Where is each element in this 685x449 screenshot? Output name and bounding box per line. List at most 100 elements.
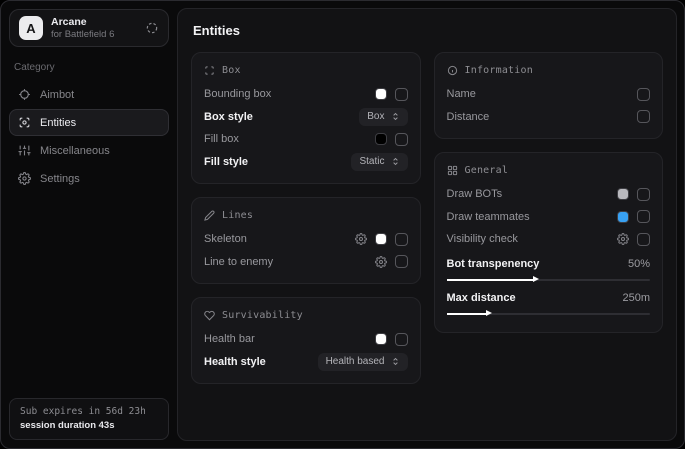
lines-card-header: Lines	[204, 210, 408, 221]
setting-label: Health bar	[204, 333, 255, 345]
chevrons-up-down-icon	[391, 112, 400, 121]
color-swatch[interactable]	[617, 188, 629, 200]
sub-expiry-text: Sub expires in 56d 23h	[20, 406, 158, 417]
slider-fill[interactable]	[447, 279, 535, 281]
setting-row-visibility-check: Visibility check	[447, 228, 651, 251]
setting-label: Distance	[447, 111, 490, 123]
box-card-header: Box	[204, 65, 408, 76]
sidebar-item-label: Aimbot	[40, 89, 74, 101]
slider-value: 250m	[622, 292, 650, 304]
setting-label: Draw BOTs	[447, 188, 503, 200]
card-title: General	[465, 165, 509, 176]
sidebar: A Arcane for Battlefield 6 Category	[1, 1, 177, 448]
scan-eye-icon	[18, 116, 31, 129]
session-duration-text: session duration 43s	[20, 420, 158, 431]
app-logo: A	[19, 16, 43, 40]
color-swatch[interactable]	[617, 211, 629, 223]
box-style-dropdown[interactable]: Box	[359, 108, 407, 126]
setting-row-health-bar: Health bar	[204, 328, 408, 351]
checkbox[interactable]	[637, 210, 650, 223]
color-swatch[interactable]	[375, 88, 387, 100]
app-title: Arcane	[51, 16, 137, 29]
checkbox[interactable]	[395, 333, 408, 346]
setting-row-fill-style: Fill style Static	[204, 151, 408, 174]
sidebar-footer: Sub expires in 56d 23h session duration …	[9, 398, 169, 440]
subscription-card: Sub expires in 56d 23h session duration …	[9, 398, 169, 440]
row-settings-gear-icon[interactable]	[375, 256, 387, 268]
general-card-header: General	[447, 165, 651, 176]
setting-label: Visibility check	[447, 233, 518, 245]
sliders-icon	[18, 144, 31, 157]
slider-label: Bot transpenency	[447, 258, 540, 270]
setting-row-fill-box: Fill box	[204, 128, 408, 151]
sidebar-item-label: Settings	[40, 173, 80, 185]
page-title: Entities	[193, 23, 666, 38]
heart-icon	[204, 310, 215, 321]
setting-label: Fill style	[204, 156, 248, 168]
setting-label: Draw teammates	[447, 211, 530, 223]
card-title: Box	[222, 65, 241, 76]
box-corners-icon	[204, 65, 215, 76]
checkbox[interactable]	[637, 188, 650, 201]
checkbox[interactable]	[637, 88, 650, 101]
bot-transparency-slider[interactable]	[447, 279, 651, 281]
crosshair-icon	[18, 88, 31, 101]
color-swatch[interactable]	[375, 333, 387, 345]
sidebar-item-label: Entities	[40, 117, 76, 129]
setting-label: Fill box	[204, 133, 239, 145]
health-style-dropdown[interactable]: Health based	[318, 353, 408, 371]
color-swatch[interactable]	[375, 133, 387, 145]
chevrons-up-down-icon	[391, 357, 400, 366]
row-settings-gear-icon[interactable]	[355, 233, 367, 245]
sidebar-nav: Aimbot Entities	[9, 81, 169, 192]
setting-row-line-to-enemy: Line to enemy	[204, 251, 408, 274]
dropdown-value: Health based	[326, 356, 385, 367]
gear-icon	[18, 172, 31, 185]
sidebar-item-aimbot[interactable]: Aimbot	[9, 81, 169, 108]
setting-row-bounding-box: Bounding box	[204, 83, 408, 106]
checkbox[interactable]	[395, 233, 408, 246]
setting-label: Health style	[204, 356, 266, 368]
sidebar-item-label: Miscellaneous	[40, 145, 110, 157]
card-title: Information	[465, 65, 533, 76]
row-settings-gear-icon[interactable]	[617, 233, 629, 245]
chevrons-up-down-icon	[391, 157, 400, 166]
app-subtitle: for Battlefield 6	[51, 29, 137, 41]
sidebar-item-entities[interactable]: Entities	[9, 109, 169, 136]
checkbox[interactable]	[637, 233, 650, 246]
setting-row-skeleton: Skeleton	[204, 228, 408, 251]
box-card: Box Bounding box Box style Box	[191, 52, 421, 184]
setting-label: Box style	[204, 111, 253, 123]
setting-label: Line to enemy	[204, 256, 273, 268]
sync-icon[interactable]	[145, 21, 159, 35]
checkbox[interactable]	[637, 110, 650, 123]
fill-style-dropdown[interactable]: Static	[351, 153, 407, 171]
setting-row-name: Name	[447, 83, 651, 106]
setting-label: Name	[447, 88, 476, 100]
dropdown-value: Box	[367, 111, 384, 122]
checkbox[interactable]	[395, 88, 408, 101]
setting-row-draw-teammates: Draw teammates	[447, 206, 651, 229]
sidebar-item-settings[interactable]: Settings	[9, 165, 169, 192]
app-window: A Arcane for Battlefield 6 Category	[0, 0, 685, 449]
app-card: A Arcane for Battlefield 6	[9, 9, 169, 47]
checkbox[interactable]	[395, 255, 408, 268]
setting-row-health-style: Health style Health based	[204, 351, 408, 374]
information-card: Information Name Distance	[434, 52, 664, 139]
app-text: Arcane for Battlefield 6	[51, 16, 137, 41]
category-label: Category	[14, 62, 164, 73]
slider-value: 50%	[628, 258, 650, 270]
slider-row-max-distance: Max distance 250m	[447, 288, 651, 309]
card-title: Survivability	[222, 310, 303, 321]
color-swatch[interactable]	[375, 233, 387, 245]
max-distance-slider[interactable]	[447, 313, 651, 315]
lines-card: Lines Skeleton	[191, 197, 421, 284]
slider-fill[interactable]	[447, 313, 488, 315]
setting-row-distance: Distance	[447, 106, 651, 129]
sidebar-item-miscellaneous[interactable]: Miscellaneous	[9, 137, 169, 164]
survivability-card-header: Survivability	[204, 310, 408, 321]
setting-label: Skeleton	[204, 233, 247, 245]
dropdown-value: Static	[359, 156, 384, 167]
main-panel: Entities Box	[177, 8, 677, 441]
checkbox[interactable]	[395, 133, 408, 146]
